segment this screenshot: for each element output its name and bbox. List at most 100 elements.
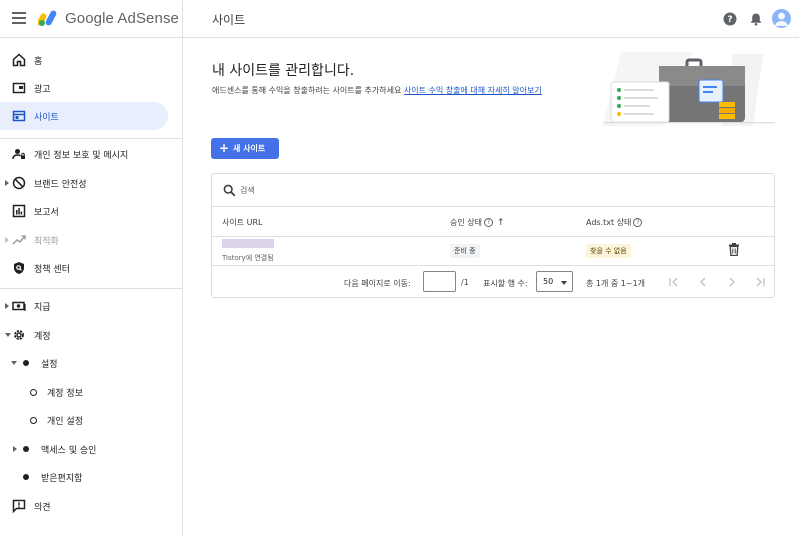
- sidebar-item-access-authorization[interactable]: 액세스 및 승인: [0, 435, 168, 463]
- help-icon[interactable]: ?: [722, 11, 738, 27]
- bullet-icon: [23, 360, 29, 366]
- plus-icon: +: [219, 141, 230, 155]
- page-number-input[interactable]: [423, 271, 456, 292]
- feedback-icon: [12, 499, 26, 513]
- help-circle-icon[interactable]: ?: [633, 218, 643, 227]
- ads-txt-status-badge: 찾을 수 없음: [586, 244, 631, 258]
- gear-icon: [14, 330, 24, 340]
- sidebar-item-reports[interactable]: 보고서: [0, 197, 168, 225]
- sites-icon: [12, 110, 26, 122]
- expand-caret-icon[interactable]: [5, 180, 9, 186]
- column-header-label: 사이트 URL: [222, 218, 263, 227]
- account-avatar[interactable]: [772, 9, 791, 28]
- sidebar-item-label: 최적화: [34, 237, 59, 247]
- sidebar-item-feedback[interactable]: 의견: [0, 492, 168, 520]
- new-site-button[interactable]: + 새 사이트: [211, 138, 279, 159]
- sidebar-item-personal-settings[interactable]: 개인 설정: [0, 406, 168, 434]
- total-pages-label: /1: [461, 278, 469, 287]
- sidebar-item-sites[interactable]: 사이트: [0, 102, 168, 130]
- sidebar-item-payments[interactable]: 지급: [0, 292, 168, 320]
- column-header-ads-txt[interactable]: Ads.txt 상태?: [586, 217, 643, 228]
- subtitle-text: 애드센스를 통해 수익을 창출하려는 사이트를 추가하세요: [212, 86, 402, 95]
- home-icon: [12, 53, 26, 67]
- sidebar-item-optimization[interactable]: 최적화: [0, 226, 168, 254]
- sidebar-item-label: 계정: [34, 332, 51, 342]
- policy-icon: [14, 262, 24, 274]
- block-icon: [12, 176, 26, 190]
- sidebar-item-account-info[interactable]: 계정 정보: [0, 378, 168, 406]
- svg-text:?: ?: [727, 15, 732, 25]
- expand-caret-icon[interactable]: [13, 446, 17, 452]
- bullet-icon: [23, 474, 29, 480]
- rows-per-page-value: 50: [543, 277, 554, 286]
- collapse-caret-icon[interactable]: [5, 333, 11, 337]
- sidebar-item-home[interactable]: 홈: [0, 46, 168, 74]
- next-page-icon[interactable]: [725, 275, 739, 289]
- sites-table-card: 사이트 URL 승인 상태? ↑ Ads.txt 상태? Tistory에 연결됨…: [211, 173, 775, 298]
- menu-icon[interactable]: [12, 12, 26, 24]
- trash-icon[interactable]: [728, 243, 740, 256]
- report-icon: [12, 204, 26, 218]
- sidebar-item-label: 계정 정보: [47, 389, 83, 399]
- page-header-title: 사이트: [212, 13, 246, 27]
- top-app-bar: Google AdSense 사이트 ?: [0, 0, 799, 38]
- dropdown-arrow-icon: [561, 281, 567, 285]
- sidebar-item-settings[interactable]: 설정: [0, 349, 168, 377]
- column-header-url[interactable]: 사이트 URL: [222, 217, 263, 228]
- expand-caret-icon[interactable]: [5, 237, 9, 243]
- learn-more-link[interactable]: 사이트 수익 창출에 대해 자세히 알아보기: [404, 86, 542, 95]
- sidebar-item-label: 사이트: [34, 113, 59, 123]
- sidebar-item-account[interactable]: 계정: [0, 321, 168, 349]
- column-header-approval[interactable]: 승인 상태? ↑: [450, 217, 505, 228]
- payments-icon: [12, 301, 26, 311]
- sidebar-item-ads[interactable]: 광고: [0, 74, 168, 102]
- sidebar-item-brand-safety[interactable]: 브랜드 안전성: [0, 169, 168, 197]
- site-url-redacted: [222, 239, 274, 248]
- column-header-label: Ads.txt 상태: [586, 218, 632, 227]
- bullet-ring-icon: [30, 417, 37, 424]
- search-icon: [223, 184, 236, 197]
- column-header-label: 승인 상태: [450, 218, 482, 227]
- sidebar-item-label: 의견: [34, 503, 51, 513]
- sidebar-item-privacy[interactable]: 개인 정보 보호 및 메시지: [0, 140, 168, 168]
- sidebar-item-label: 브랜드 안전성: [34, 180, 87, 190]
- bullet-icon: [23, 446, 29, 452]
- sidebar-item-label: 지급: [34, 303, 51, 313]
- table-divider: [212, 265, 774, 266]
- site-connection-note: Tistory에 연결됨: [222, 254, 274, 262]
- rows-per-page-select[interactable]: 50: [536, 271, 573, 292]
- header-divider: [182, 0, 183, 38]
- brand-name: Google AdSense: [65, 10, 179, 27]
- collapse-caret-icon[interactable]: [11, 361, 17, 365]
- sidebar-divider: [0, 288, 183, 289]
- last-page-icon[interactable]: [753, 275, 767, 289]
- sidebar-item-label: 보고서: [34, 208, 59, 218]
- sidebar-item-label: 개인 설정: [47, 417, 83, 427]
- notifications-icon[interactable]: [748, 11, 764, 27]
- privacy-icon: [12, 149, 25, 160]
- new-site-button-label: 새 사이트: [233, 144, 266, 153]
- sidebar: 홈 광고 사이트 개인 정보 보호 및 메시지 브랜드 안전성 보고서 최적화 …: [0, 38, 183, 536]
- sidebar-item-inbox[interactable]: 받은편지함: [0, 463, 168, 491]
- sidebar-item-label: 설정: [41, 360, 58, 370]
- go-to-page-label: 다음 페이지로 이동:: [344, 279, 411, 288]
- sort-arrow-up-icon[interactable]: ↑: [497, 218, 505, 228]
- table-divider: [212, 236, 774, 237]
- trending-icon: [12, 235, 26, 245]
- avatar-person-icon: [775, 12, 788, 26]
- previous-page-icon[interactable]: [696, 275, 710, 289]
- search-input[interactable]: [240, 181, 540, 199]
- sidebar-item-label: 개인 정보 보호 및 메시지: [34, 151, 129, 161]
- first-page-icon[interactable]: [667, 275, 681, 289]
- pagination-range: 총 1개 중 1~1개: [586, 279, 646, 288]
- sidebar-item-label: 광고: [34, 85, 51, 95]
- approval-status-badge: 준비 중: [450, 244, 480, 258]
- bullet-ring-icon: [30, 389, 37, 396]
- expand-caret-icon[interactable]: [5, 303, 9, 309]
- sidebar-item-policy-center[interactable]: 정책 센터: [0, 254, 168, 282]
- table-divider: [212, 206, 774, 207]
- sidebar-item-label: 홈: [34, 57, 43, 67]
- sidebar-item-label: 액세스 및 승인: [41, 446, 97, 456]
- help-circle-icon[interactable]: ?: [483, 218, 493, 227]
- page-title: 내 사이트를 관리합니다.: [212, 63, 355, 79]
